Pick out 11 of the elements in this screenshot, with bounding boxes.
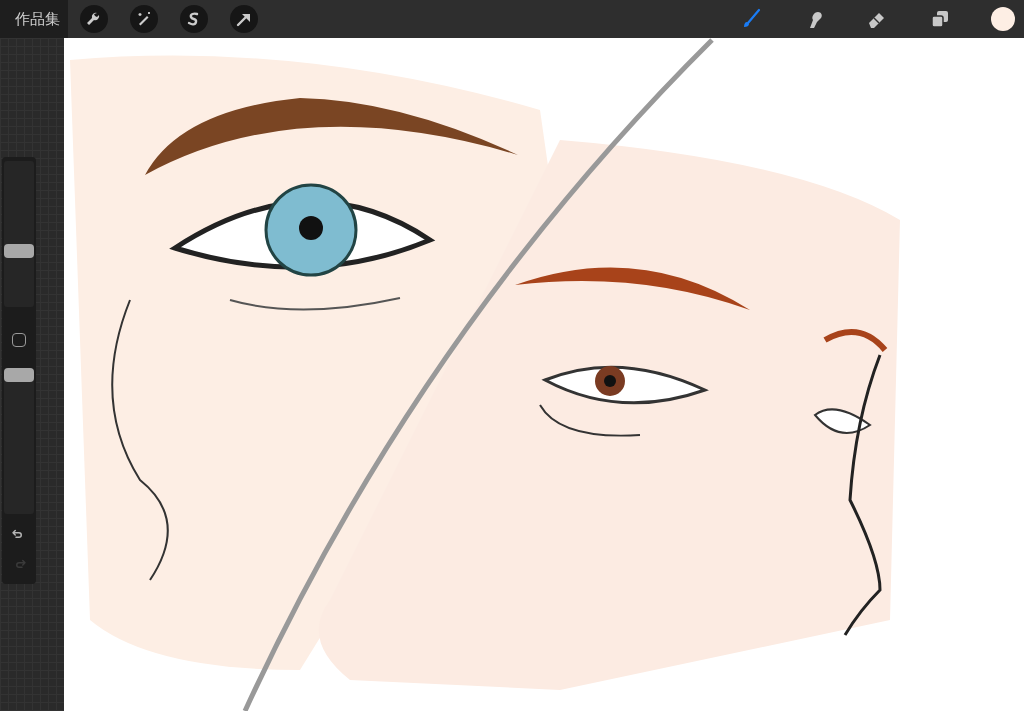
modify-button[interactable]: [12, 333, 26, 347]
opacity-slider[interactable]: [4, 368, 34, 514]
slider-handle[interactable]: [4, 244, 34, 259]
arrow-button[interactable]: [230, 5, 258, 33]
color-swatch[interactable]: [991, 7, 1015, 31]
brush-size-slider[interactable]: [4, 161, 34, 307]
wrench-button[interactable]: [80, 5, 108, 33]
slider-handle[interactable]: [4, 368, 34, 382]
magic-wand-button[interactable]: [130, 5, 158, 33]
selection-button[interactable]: [180, 5, 208, 33]
gallery-button[interactable]: 作品集: [0, 0, 68, 38]
